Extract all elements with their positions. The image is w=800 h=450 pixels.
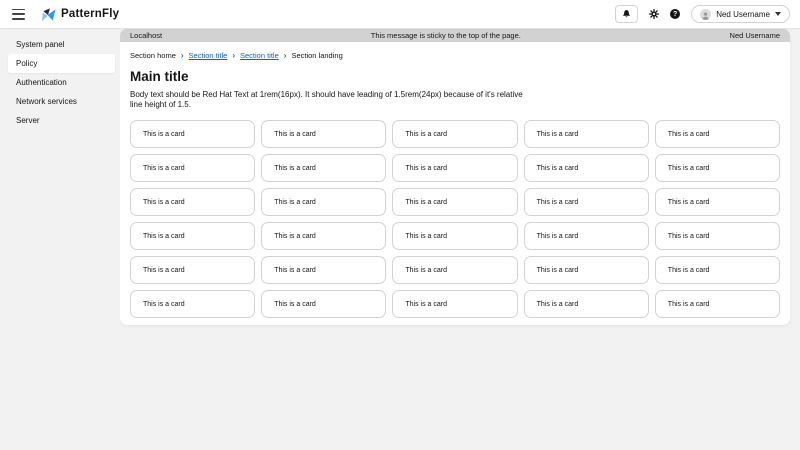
card: This is a card	[655, 222, 780, 250]
masthead-left: PatternFly	[10, 7, 119, 22]
masthead-actions: ? Ned Username	[615, 5, 790, 23]
breadcrumb-link[interactable]: Section title	[189, 51, 228, 60]
card: This is a card	[261, 120, 386, 148]
card: This is a card	[524, 222, 649, 250]
card: This is a card	[130, 188, 255, 216]
sidebar-item-network-services[interactable]: Network services	[0, 92, 120, 111]
chevron-down-icon	[775, 12, 781, 16]
card: This is a card	[655, 188, 780, 216]
settings-button[interactable]	[649, 9, 659, 19]
breadcrumb-separator-icon: ›	[284, 52, 287, 60]
banner-left-text: Localhost	[130, 31, 162, 40]
card: This is a card	[392, 256, 517, 284]
bell-icon	[622, 9, 631, 19]
banner-message: This message is sticky to the top of the…	[162, 31, 729, 40]
card: This is a card	[130, 222, 255, 250]
card: This is a card	[130, 256, 255, 284]
card: This is a card	[392, 222, 517, 250]
hamburger-icon[interactable]	[12, 9, 25, 20]
sidebar-item-authentication[interactable]: Authentication	[0, 73, 120, 92]
breadcrumb-separator-icon: ›	[232, 52, 235, 60]
brand-name: PatternFly	[61, 8, 119, 20]
card: This is a card	[524, 290, 649, 318]
card: This is a card	[655, 290, 780, 318]
sidebar-item-server[interactable]: Server	[0, 111, 120, 130]
question-circle-icon: ?	[670, 9, 680, 19]
sticky-banner: Localhost This message is sticky to the …	[120, 29, 790, 42]
card-grid: This is a cardThis is a cardThis is a ca…	[130, 120, 780, 318]
card: This is a card	[655, 154, 780, 182]
card: This is a card	[392, 120, 517, 148]
card: This is a card	[392, 188, 517, 216]
avatar-icon	[700, 9, 711, 20]
card: This is a card	[655, 120, 780, 148]
card: This is a card	[524, 256, 649, 284]
sidebar-item-system-panel[interactable]: System panel	[0, 35, 120, 54]
help-button[interactable]: ?	[670, 9, 680, 19]
patternfly-logo-icon	[41, 7, 56, 22]
breadcrumb-item: Section landing	[291, 51, 342, 60]
card: This is a card	[261, 154, 386, 182]
card: This is a card	[524, 154, 649, 182]
gear-icon	[649, 9, 659, 19]
card: This is a card	[392, 154, 517, 182]
card: This is a card	[524, 120, 649, 148]
breadcrumb-item: Section home	[130, 51, 176, 60]
body-text: Body text should be Red Hat Text at 1rem…	[130, 90, 528, 109]
user-name: Ned Username	[716, 10, 770, 19]
banner-username: Ned Username	[730, 31, 780, 40]
card: This is a card	[524, 188, 649, 216]
panel-content: Section home › Section title › Section title…	[120, 42, 790, 318]
content-panel: Localhost This message is sticky to the …	[120, 29, 790, 325]
card: This is a card	[261, 290, 386, 318]
sidebar-item-policy[interactable]: Policy	[8, 54, 115, 73]
user-menu-button[interactable]: Ned Username	[691, 5, 790, 23]
notifications-button[interactable]	[615, 5, 638, 23]
card: This is a card	[130, 290, 255, 318]
page-title: Main title	[130, 69, 780, 84]
breadcrumb-link[interactable]: Section title	[240, 51, 279, 60]
card: This is a card	[130, 120, 255, 148]
card: This is a card	[261, 222, 386, 250]
sidebar-nav: System panelPolicyAuthenticationNetwork …	[0, 28, 120, 450]
breadcrumb-separator-icon: ›	[181, 52, 184, 60]
card: This is a card	[261, 256, 386, 284]
brand: PatternFly	[41, 7, 119, 22]
card: This is a card	[261, 188, 386, 216]
card: This is a card	[130, 154, 255, 182]
card: This is a card	[655, 256, 780, 284]
masthead: PatternFly	[0, 0, 800, 28]
breadcrumb: Section home › Section title › Section title…	[130, 51, 780, 60]
card: This is a card	[392, 290, 517, 318]
